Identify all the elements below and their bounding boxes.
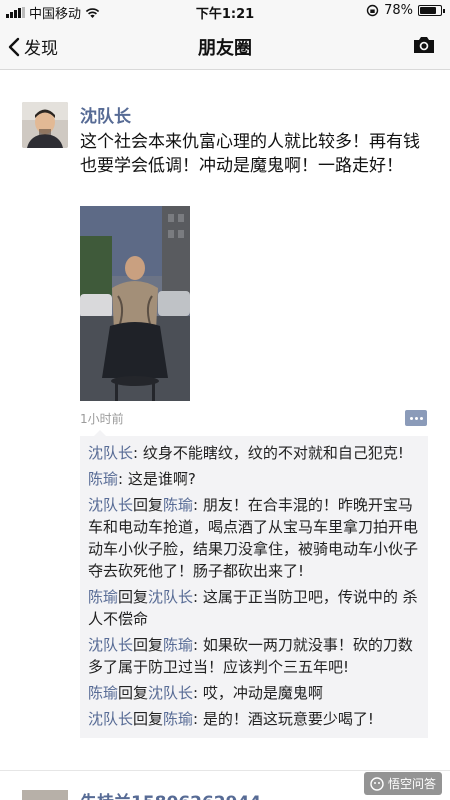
- comment-item[interactable]: 陈瑜回复沈队长: 哎，冲动是魔鬼啊: [88, 680, 420, 706]
- watermark-text: 悟空问答: [387, 777, 436, 791]
- comment-separator: :: [193, 710, 203, 728]
- comment-text: 哎，冲动是魔鬼啊: [202, 684, 323, 702]
- comment-item[interactable]: 陈瑜: 这是谁啊?: [88, 466, 420, 492]
- battery-percent: 78%: [384, 3, 413, 18]
- watermark: 悟空问答: [363, 772, 442, 795]
- comment-item[interactable]: 陈瑜回复沈队长: 这属于正当防卫吧，传说中的 杀人不偿命: [88, 584, 420, 632]
- nav-bar: 发现 朋友圈: [0, 22, 450, 70]
- comment-separator: :: [193, 588, 203, 606]
- comment-item[interactable]: 沈队长回复陈瑜: 如果砍一两刀就没事！砍的刀数多了属于防卫过当！应该判个三五年吧…: [88, 632, 420, 680]
- comment-separator: :: [193, 496, 203, 514]
- reply-target[interactable]: 陈瑜: [163, 710, 193, 728]
- comment-author[interactable]: 沈队长: [88, 636, 133, 654]
- comment-separator: :: [193, 684, 203, 702]
- reply-target[interactable]: 陈瑜: [163, 496, 193, 514]
- comment-separator: :: [133, 444, 143, 462]
- post-photo[interactable]: [80, 206, 190, 401]
- dot-icon: [410, 417, 413, 420]
- rotation-lock-icon: [366, 4, 379, 17]
- reply-word: 回复: [133, 496, 164, 514]
- post-author[interactable]: 沈队长: [80, 102, 131, 127]
- status-bar: 中国移动 下午1:21 78%: [0, 0, 450, 22]
- reply-target[interactable]: 沈队长: [148, 684, 193, 702]
- post-text: 这个社会本来仇富心理的人就比较多！再有钱也要学会低调！冲动是魔鬼啊！一路走好！: [80, 132, 420, 176]
- avatar[interactable]: [22, 790, 68, 800]
- reply-target[interactable]: 陈瑜: [163, 636, 193, 654]
- comment-menu-button[interactable]: [405, 410, 427, 426]
- back-label: 发现: [24, 39, 58, 59]
- comment-list: 沈队长: 纹身不能瞎纹，纹的不对就和自己犯克! 陈瑜: 这是谁啊? 沈队长回复陈瑜:…: [80, 430, 428, 738]
- battery-fill: [420, 7, 436, 14]
- comment-text: 纹身不能瞎纹，纹的不对就和自己犯克!: [142, 444, 404, 462]
- battery-icon: [418, 5, 445, 16]
- reply-word: 回复: [118, 588, 149, 606]
- comment-item[interactable]: 沈队长回复陈瑜: 是的！酒这玩意要少喝了!: [88, 706, 420, 732]
- next-post-author[interactable]: 朱桂兰15806262944: [80, 788, 261, 800]
- camera-button[interactable]: [412, 35, 436, 59]
- dot-icon: [420, 417, 423, 420]
- camera-icon: [414, 37, 434, 53]
- avatar[interactable]: [22, 102, 68, 148]
- reply-word: 回复: [133, 710, 164, 728]
- avatar-photo: [22, 102, 68, 148]
- comment-item[interactable]: 沈队长回复陈瑜: 朋友！在合丰混的！昨晚开宝马车和电动车抢道，喝点酒了从宝马车里…: [88, 492, 420, 584]
- comment-author[interactable]: 陈瑜: [88, 588, 118, 606]
- page-title: 朋友圈: [198, 38, 252, 59]
- back-button[interactable]: 发现: [8, 34, 58, 59]
- status-right: 78%: [366, 3, 445, 18]
- comment-author[interactable]: 陈瑜: [88, 684, 118, 702]
- comment-separator: :: [193, 636, 203, 654]
- comment-author[interactable]: 沈队长: [88, 710, 133, 728]
- comment-text: 这是谁啊?: [127, 470, 196, 488]
- reply-word: 回复: [133, 636, 164, 654]
- comment-text: 是的！酒这玩意要少喝了!: [202, 710, 374, 728]
- wukong-logo-icon: [370, 776, 384, 791]
- post-divider: [0, 770, 450, 771]
- comment-separator: :: [118, 470, 128, 488]
- comment-author[interactable]: 沈队长: [88, 444, 133, 462]
- comment-author[interactable]: 陈瑜: [88, 470, 118, 488]
- photo-image: [80, 206, 190, 401]
- reply-word: 回复: [118, 684, 149, 702]
- comment-author[interactable]: 沈队长: [88, 496, 133, 514]
- dot-icon: [415, 417, 418, 420]
- reply-target[interactable]: 沈队长: [148, 588, 193, 606]
- comment-item[interactable]: 沈队长: 纹身不能瞎纹，纹的不对就和自己犯克!: [88, 440, 420, 466]
- post-time: 1小时前: [80, 412, 124, 426]
- chevron-left-icon: [8, 37, 20, 56]
